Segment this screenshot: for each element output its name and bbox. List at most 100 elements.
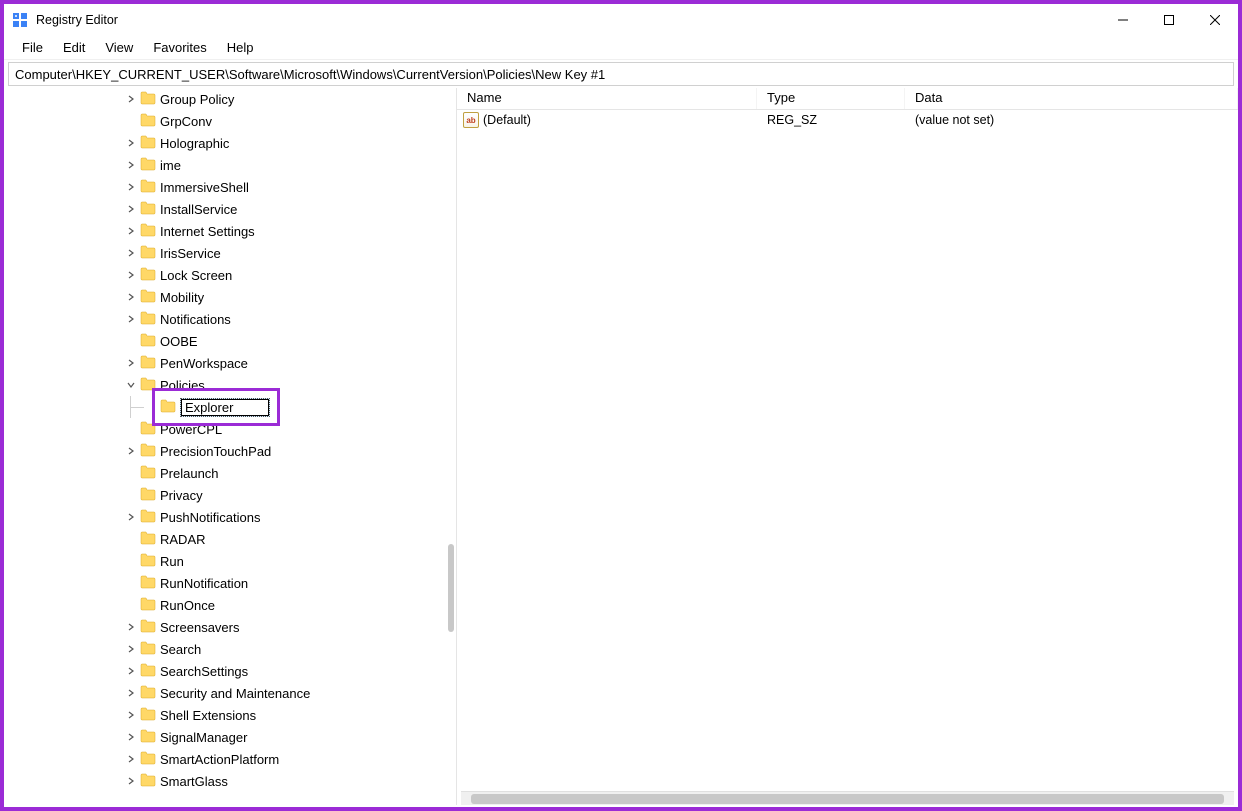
chevron-right-icon[interactable]: [124, 246, 138, 260]
folder-icon: [140, 377, 160, 394]
folder-icon: [140, 443, 160, 460]
chevron-right-icon[interactable]: [124, 730, 138, 744]
folder-icon: [140, 311, 160, 328]
folder-icon: [140, 267, 160, 284]
chevron-right-icon[interactable]: [124, 510, 138, 524]
maximize-button[interactable]: [1146, 4, 1192, 36]
folder-icon: [140, 113, 160, 130]
tree-node[interactable]: InstallService: [124, 198, 456, 220]
column-name[interactable]: Name: [457, 88, 757, 109]
tree-node[interactable]: PushNotifications: [124, 506, 456, 528]
tree-node[interactable]: Holographic: [124, 132, 456, 154]
chevron-right-icon[interactable]: [124, 92, 138, 106]
tree-node[interactable]: RADAR: [124, 528, 456, 550]
tree-node[interactable]: PrecisionTouchPad: [124, 440, 456, 462]
folder-icon: [140, 487, 160, 504]
rename-input[interactable]: [181, 399, 269, 416]
address-bar[interactable]: Computer\HKEY_CURRENT_USER\Software\Micr…: [8, 62, 1234, 86]
chevron-right-icon[interactable]: [124, 664, 138, 678]
tree-node[interactable]: IrisService: [124, 242, 456, 264]
tree-node[interactable]: Internet Settings: [124, 220, 456, 242]
tree-scrollbar[interactable]: [448, 544, 454, 632]
tree-node[interactable]: SmartGlass: [124, 770, 456, 792]
chevron-right-icon[interactable]: [124, 158, 138, 172]
tree-node[interactable]: Notifications: [124, 308, 456, 330]
tree-node[interactable]: RunNotification: [124, 572, 456, 594]
tree-node[interactable]: ime: [124, 154, 456, 176]
menu-help[interactable]: Help: [217, 37, 264, 58]
chevron-right-icon[interactable]: [124, 708, 138, 722]
folder-icon: [140, 179, 160, 196]
blank: [124, 114, 138, 128]
folder-icon: [140, 707, 160, 724]
tree-node[interactable]: SearchSettings: [124, 660, 456, 682]
column-data[interactable]: Data: [905, 88, 1238, 109]
tree-node[interactable]: Screensavers: [124, 616, 456, 638]
chevron-right-icon[interactable]: [124, 224, 138, 238]
tree-node[interactable]: Policies: [124, 374, 456, 396]
tree-node-label: PenWorkspace: [160, 356, 248, 371]
chevron-right-icon[interactable]: [124, 620, 138, 634]
tree-pane[interactable]: Group Policy GrpConvHolographicimeImmersi…: [4, 88, 457, 805]
tree-node[interactable]: Group Policy: [124, 88, 456, 110]
chevron-right-icon[interactable]: [124, 642, 138, 656]
tree-node[interactable]: PenWorkspace: [124, 352, 456, 374]
chevron-right-icon[interactable]: [124, 290, 138, 304]
chevron-down-icon[interactable]: [124, 378, 138, 392]
blank: [124, 576, 138, 590]
blank: [124, 598, 138, 612]
tree-node-label: Group Policy: [160, 92, 234, 107]
tree-node-label: Security and Maintenance: [160, 686, 310, 701]
column-type[interactable]: Type: [757, 88, 905, 109]
chevron-right-icon[interactable]: [124, 774, 138, 788]
tree-node-editing[interactable]: [124, 396, 456, 418]
minimize-button[interactable]: [1100, 4, 1146, 36]
tree-node[interactable]: SignalManager: [124, 726, 456, 748]
tree-node[interactable]: RunOnce: [124, 594, 456, 616]
tree-node-label: Policies: [160, 378, 205, 393]
menu-favorites[interactable]: Favorites: [143, 37, 216, 58]
value-data: (value not set): [905, 113, 1238, 127]
menu-view[interactable]: View: [95, 37, 143, 58]
tree-node[interactable]: PowerCPL: [124, 418, 456, 440]
chevron-right-icon[interactable]: [124, 444, 138, 458]
folder-icon: [140, 663, 160, 680]
menu-file[interactable]: File: [12, 37, 53, 58]
folder-icon: [140, 465, 160, 482]
chevron-right-icon[interactable]: [124, 202, 138, 216]
tree-node-label: SearchSettings: [160, 664, 248, 679]
blank: [124, 422, 138, 436]
tree-node[interactable]: Run: [124, 550, 456, 572]
value-row[interactable]: ab(Default)REG_SZ(value not set): [457, 110, 1238, 130]
folder-icon: [140, 421, 160, 438]
chevron-right-icon[interactable]: [124, 268, 138, 282]
chevron-right-icon[interactable]: [124, 312, 138, 326]
tree-node[interactable]: SmartActionPlatform: [124, 748, 456, 770]
menu-edit[interactable]: Edit: [53, 37, 95, 58]
tree-node[interactable]: Security and Maintenance: [124, 682, 456, 704]
value-name: (Default): [483, 113, 531, 127]
tree-node[interactable]: OOBE: [124, 330, 456, 352]
folder-icon: [140, 751, 160, 768]
tree-node[interactable]: Mobility: [124, 286, 456, 308]
chevron-right-icon[interactable]: [124, 180, 138, 194]
tree-node[interactable]: Prelaunch: [124, 462, 456, 484]
folder-icon: [140, 553, 160, 570]
folder-icon: [140, 531, 160, 548]
chevron-right-icon[interactable]: [124, 356, 138, 370]
tree-node-label: Prelaunch: [160, 466, 219, 481]
tree-node[interactable]: Shell Extensions: [124, 704, 456, 726]
chevron-right-icon[interactable]: [124, 686, 138, 700]
tree-node[interactable]: Search: [124, 638, 456, 660]
tree-node-label: SmartGlass: [160, 774, 228, 789]
chevron-right-icon[interactable]: [124, 136, 138, 150]
tree-node[interactable]: GrpConv: [124, 110, 456, 132]
folder-icon: [140, 773, 160, 790]
values-h-scrollbar[interactable]: [461, 791, 1234, 805]
tree-node[interactable]: Privacy: [124, 484, 456, 506]
chevron-right-icon[interactable]: [124, 752, 138, 766]
tree-node[interactable]: ImmersiveShell: [124, 176, 456, 198]
tree-node[interactable]: Lock Screen: [124, 264, 456, 286]
close-button[interactable]: [1192, 4, 1238, 36]
column-headers: Name Type Data: [457, 88, 1238, 110]
